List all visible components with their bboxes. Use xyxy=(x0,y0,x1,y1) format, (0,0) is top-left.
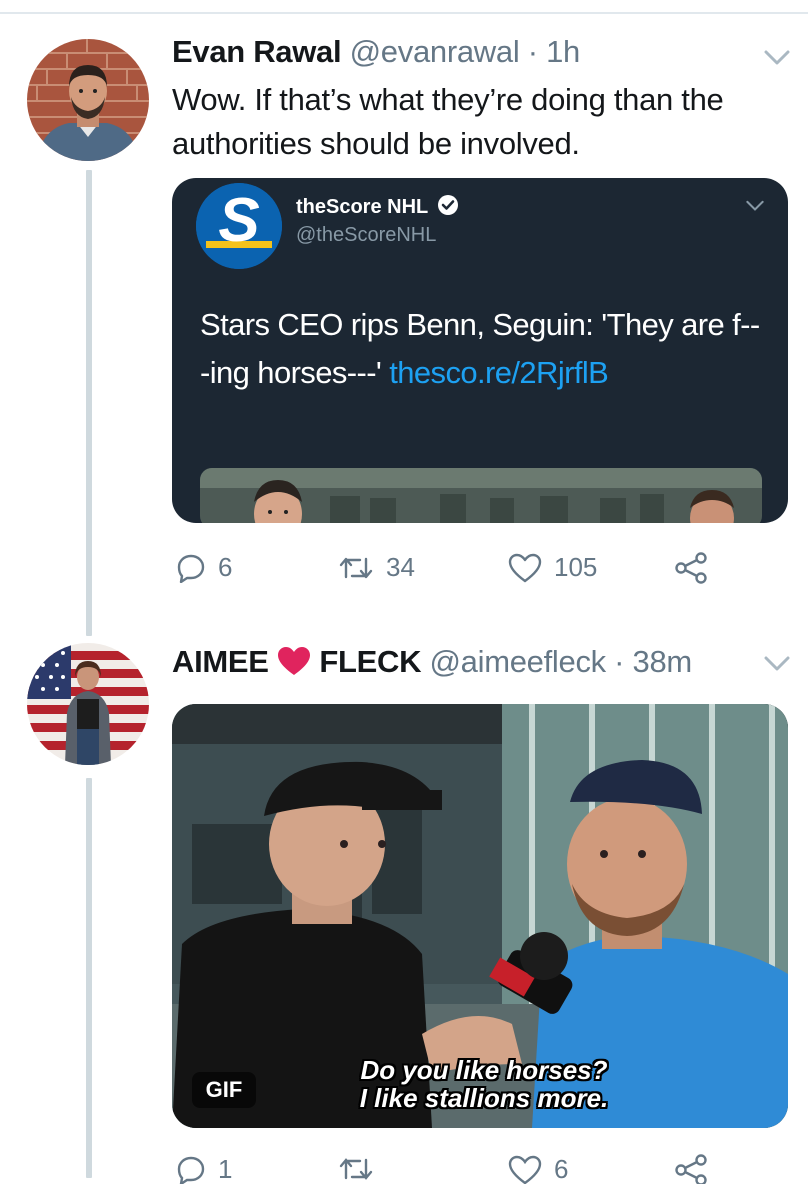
retweet-count: 34 xyxy=(386,552,415,582)
retweet-button[interactable]: 34 xyxy=(338,552,415,583)
verified-badge-icon xyxy=(438,195,459,215)
retweet-button[interactable] xyxy=(338,1154,374,1184)
heart-icon xyxy=(508,553,542,582)
chevron-down-icon[interactable] xyxy=(764,656,790,672)
thread-connector xyxy=(86,170,92,636)
like-button[interactable]: 105 xyxy=(508,552,597,583)
quoted-user-handle: @theScoreNHL xyxy=(296,224,437,246)
timestamp[interactable]: 1h xyxy=(546,34,580,69)
thread-connector xyxy=(86,778,92,1178)
separator: · xyxy=(527,34,538,69)
reply-count: 6 xyxy=(218,552,233,582)
reply-icon xyxy=(177,554,205,583)
like-count: 105 xyxy=(554,552,598,582)
quoted-display-name: theScore NHL xyxy=(296,196,428,218)
avatar[interactable] xyxy=(27,643,149,765)
quoted-media-image xyxy=(200,468,762,523)
quoted-tweet-card[interactable]: S theScore NHL @theScoreNHL Stars CEO ri… xyxy=(172,178,788,523)
tweet-text: Wow. If that’s what they’re doing than t… xyxy=(172,82,724,161)
reply-icon xyxy=(177,1156,205,1184)
chevron-down-icon[interactable] xyxy=(746,200,764,212)
tweet-header: AIMEE FLECK @aimeefleck · 38m xyxy=(172,644,692,680)
top-divider xyxy=(0,12,808,14)
gif-caption-line1: Do you like horses? xyxy=(360,1055,608,1085)
share-button[interactable] xyxy=(674,1154,708,1184)
separator: · xyxy=(614,644,625,679)
user-handle[interactable]: @evanrawal xyxy=(350,34,520,69)
quoted-link[interactable]: thesco.re/2RjrflB xyxy=(389,355,609,390)
display-name[interactable]: AIMEE FLECK xyxy=(172,644,421,679)
reply-button[interactable]: 6 xyxy=(176,552,232,583)
thescore-logo: S xyxy=(196,183,282,269)
display-name[interactable]: Evan Rawal xyxy=(172,34,342,69)
heart-icon xyxy=(508,1155,542,1184)
gif-caption-line2: I like stallions more. xyxy=(359,1083,609,1113)
gif-media[interactable]: GIF Do you like horses? I like stallions… xyxy=(172,704,788,1128)
tweet-actions: 1 6 xyxy=(172,1154,732,1184)
quoted-media-preview[interactable] xyxy=(200,468,762,523)
tweet-actions: 6 34 105 xyxy=(172,552,732,592)
quoted-account-name: theScore NHL xyxy=(296,194,459,219)
red-heart-icon xyxy=(278,647,311,675)
reply-button[interactable]: 1 xyxy=(176,1154,232,1184)
display-name-last: FLECK xyxy=(319,644,422,679)
share-button[interactable] xyxy=(674,552,708,584)
chevron-down-icon[interactable] xyxy=(764,50,790,66)
user-handle[interactable]: @aimeefleck xyxy=(430,644,607,679)
timestamp[interactable]: 38m xyxy=(633,644,693,679)
avatar-photo-evan xyxy=(27,39,149,161)
like-count: 6 xyxy=(554,1154,569,1184)
retweet-icon xyxy=(339,557,373,578)
reply-count: 1 xyxy=(218,1154,233,1184)
gif-badge: GIF xyxy=(192,1072,256,1108)
retweet-icon xyxy=(339,1158,373,1180)
display-name-first: AIMEE xyxy=(172,644,269,679)
tweet-header: Evan Rawal @evanrawal · 1h xyxy=(172,34,580,70)
avatar[interactable] xyxy=(27,39,149,161)
share-icon xyxy=(675,1154,707,1184)
like-button[interactable]: 6 xyxy=(508,1154,568,1184)
quoted-tweet-text: Stars CEO rips Benn, Seguin: 'They are f… xyxy=(200,301,760,397)
avatar-photo-aimee xyxy=(27,643,149,765)
svg-text:S: S xyxy=(218,186,259,255)
share-icon xyxy=(675,552,707,584)
